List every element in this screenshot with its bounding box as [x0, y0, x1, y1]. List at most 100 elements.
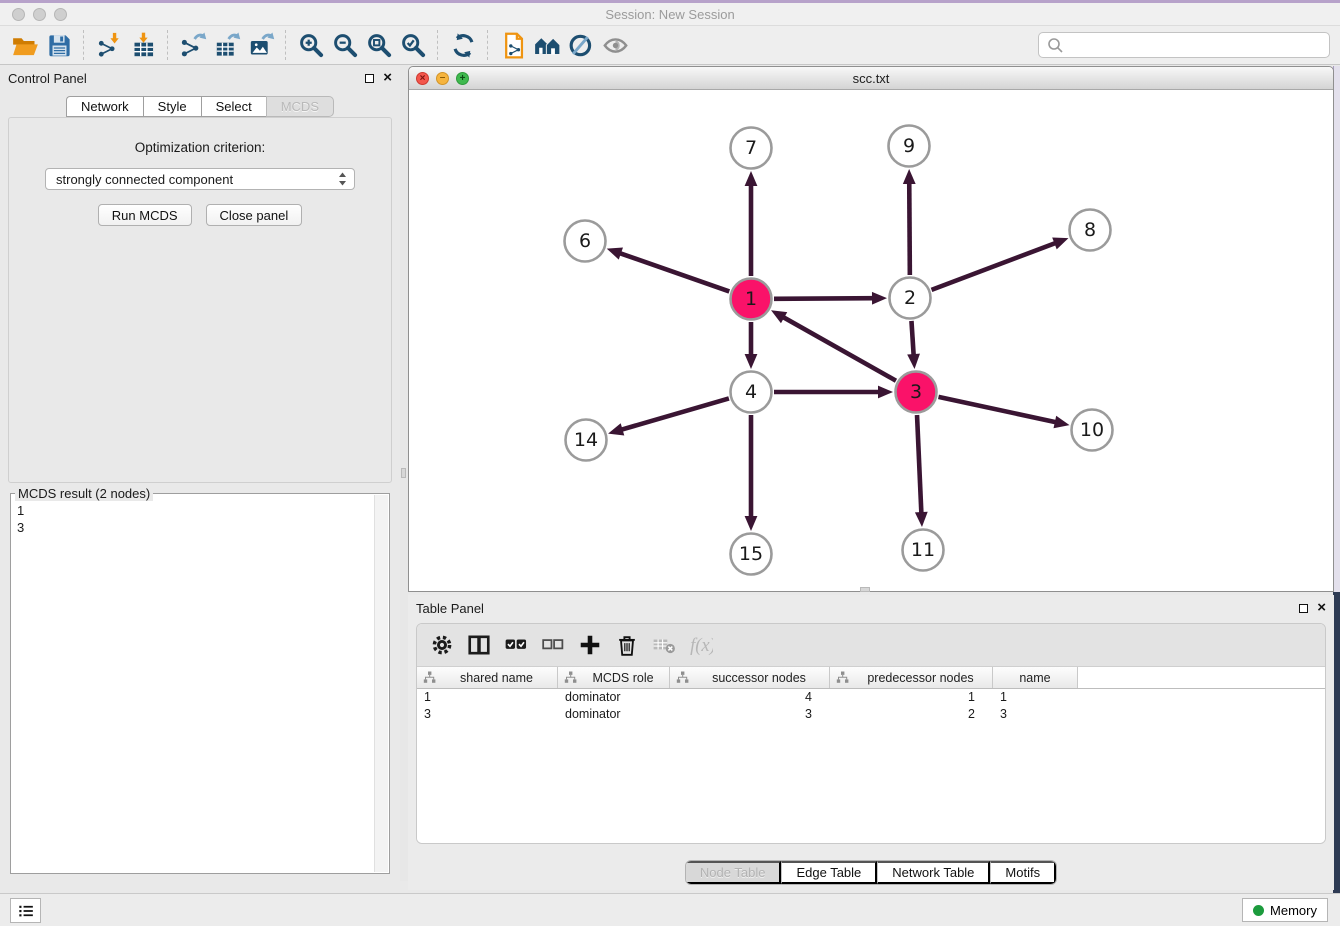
deselect-all-rows-button[interactable]	[538, 630, 568, 660]
graph-edge-1-7[interactable]	[745, 171, 758, 276]
float-panel-icon[interactable]	[365, 74, 374, 83]
table-cell[interactable]: 2	[830, 707, 993, 721]
refresh-layout-icon	[450, 32, 477, 59]
select-all-rows-button[interactable]	[501, 630, 531, 660]
task-history-button[interactable]	[10, 898, 41, 923]
refresh-layout-button[interactable]	[446, 29, 480, 61]
open-session-icon	[12, 32, 39, 59]
graph-edge-4-15[interactable]	[745, 415, 758, 531]
create-column-button[interactable]	[575, 630, 605, 660]
result-scrollbar[interactable]	[374, 495, 388, 872]
search-box[interactable]	[1038, 32, 1330, 58]
graph-edge-1-6[interactable]	[607, 247, 730, 291]
tab-edge-table[interactable]: Edge Table	[781, 861, 877, 884]
table-cell[interactable]: 4	[670, 690, 830, 704]
tab-style[interactable]: Style	[143, 96, 201, 117]
graph-node-6[interactable]: 6	[565, 221, 606, 262]
import-table-button[interactable]	[126, 29, 160, 61]
graph-node-11[interactable]: 11	[903, 530, 944, 571]
splitter-handle[interactable]	[401, 468, 406, 478]
mcds-result-list[interactable]: 1 3	[17, 502, 371, 871]
table-cell[interactable]: dominator	[558, 707, 670, 721]
export-image-button[interactable]	[244, 29, 278, 61]
network-window-titlebar[interactable]: scc.txt	[409, 67, 1333, 90]
table-cell[interactable]: 3	[417, 707, 558, 721]
graph-node-10[interactable]: 10	[1072, 410, 1113, 451]
svg-text:15: 15	[739, 543, 763, 565]
graph-node-14[interactable]: 14	[566, 420, 607, 461]
tab-motifs[interactable]: Motifs	[990, 861, 1056, 884]
memory-button[interactable]: Memory	[1242, 898, 1328, 922]
table-cell[interactable]: 1	[830, 690, 993, 704]
graph-node-9[interactable]: 9	[889, 126, 930, 167]
column-header-successor-nodes[interactable]: successor nodes	[670, 667, 830, 688]
column-header-name[interactable]: name	[993, 667, 1078, 688]
zoom-selected-button[interactable]	[396, 29, 430, 61]
column-header-MCDS-role[interactable]: MCDS role	[558, 667, 670, 688]
zoom-fit-button[interactable]	[362, 29, 396, 61]
hide-panel-eye-button[interactable]	[598, 29, 632, 61]
run-mcds-button[interactable]: Run MCDS	[98, 204, 192, 226]
toolbar-separator	[285, 30, 287, 60]
column-header-predecessor-nodes[interactable]: predecessor nodes	[830, 667, 993, 688]
graph-node-1[interactable]: 1	[731, 279, 772, 320]
graph-node-8[interactable]: 8	[1070, 210, 1111, 251]
graph-node-7[interactable]: 7	[731, 128, 772, 169]
delete-columns-button[interactable]	[612, 630, 642, 660]
first-neighbors-button[interactable]	[496, 29, 530, 61]
import-network-button[interactable]	[92, 29, 126, 61]
select-all-rows-icon	[504, 633, 528, 657]
table-row[interactable]: 3dominator323	[417, 706, 1325, 723]
tab-node-table[interactable]: Node Table	[686, 861, 782, 884]
header-filler	[1078, 667, 1325, 688]
control-panel: Control Panel NetworkStyleSelectMCDS Opt…	[0, 65, 400, 881]
graph-edge-1-4[interactable]	[745, 322, 758, 369]
criterion-dropdown[interactable]: strongly connected component	[45, 168, 355, 190]
table-cell[interactable]: 3	[670, 707, 830, 721]
save-session-button[interactable]	[42, 29, 76, 61]
graph-edge-2-9[interactable]	[903, 169, 916, 275]
toolbar-separator	[83, 30, 85, 60]
network-canvas[interactable]: 7 9 6 8 1 2 4 3 14 10 15 11	[409, 90, 1333, 590]
export-table-button[interactable]	[210, 29, 244, 61]
graph-edge-4-3[interactable]	[774, 386, 893, 399]
table-row[interactable]: 1dominator411	[417, 689, 1325, 706]
vertical-splitter[interactable]	[400, 65, 408, 881]
graph-edge-3-11[interactable]	[915, 415, 928, 527]
graph-edge-3-1[interactable]	[771, 310, 896, 380]
function-builder-icon: f(x)	[689, 633, 713, 657]
float-table-panel-icon[interactable]	[1299, 604, 1308, 613]
column-header-shared-name[interactable]: shared name	[417, 667, 558, 688]
graph-node-15[interactable]: 15	[731, 534, 772, 575]
tab-network[interactable]: Network	[66, 96, 143, 117]
graph-node-3[interactable]: 3	[896, 372, 937, 413]
table-mode-button[interactable]	[464, 630, 494, 660]
show-networks-home-button[interactable]	[530, 29, 564, 61]
table-cell[interactable]: 3	[993, 707, 1078, 721]
graph-edge-2-3[interactable]	[907, 321, 920, 369]
graph-node-2[interactable]: 2	[890, 278, 931, 319]
zoom-out-button[interactable]	[328, 29, 362, 61]
export-network-button[interactable]	[176, 29, 210, 61]
graph-node-4[interactable]: 4	[731, 372, 772, 413]
graph-edge-4-14[interactable]	[608, 398, 729, 435]
tab-select[interactable]: Select	[201, 96, 266, 117]
search-input[interactable]	[1068, 34, 1329, 56]
column-settings-button[interactable]	[427, 630, 457, 660]
close-panel-button[interactable]: Close panel	[206, 204, 303, 226]
zoom-in-button[interactable]	[294, 29, 328, 61]
graph-edge-3-10[interactable]	[938, 397, 1069, 428]
tab-network-table[interactable]: Network Table	[877, 861, 990, 884]
delete-table-button	[649, 630, 679, 660]
graph-edge-1-2[interactable]	[774, 292, 887, 305]
table-cell[interactable]: dominator	[558, 690, 670, 704]
graph-edge-2-8[interactable]	[932, 237, 1069, 289]
style-preview-button[interactable]	[564, 29, 598, 61]
table-cell[interactable]: 1	[417, 690, 558, 704]
tab-mcds[interactable]: MCDS	[266, 96, 334, 117]
horizontal-splitter-handle[interactable]	[860, 587, 870, 592]
table-cell[interactable]: 1	[993, 690, 1078, 704]
close-table-panel-icon[interactable]	[1317, 603, 1326, 613]
close-panel-icon[interactable]	[383, 73, 392, 83]
open-session-button[interactable]	[8, 29, 42, 61]
